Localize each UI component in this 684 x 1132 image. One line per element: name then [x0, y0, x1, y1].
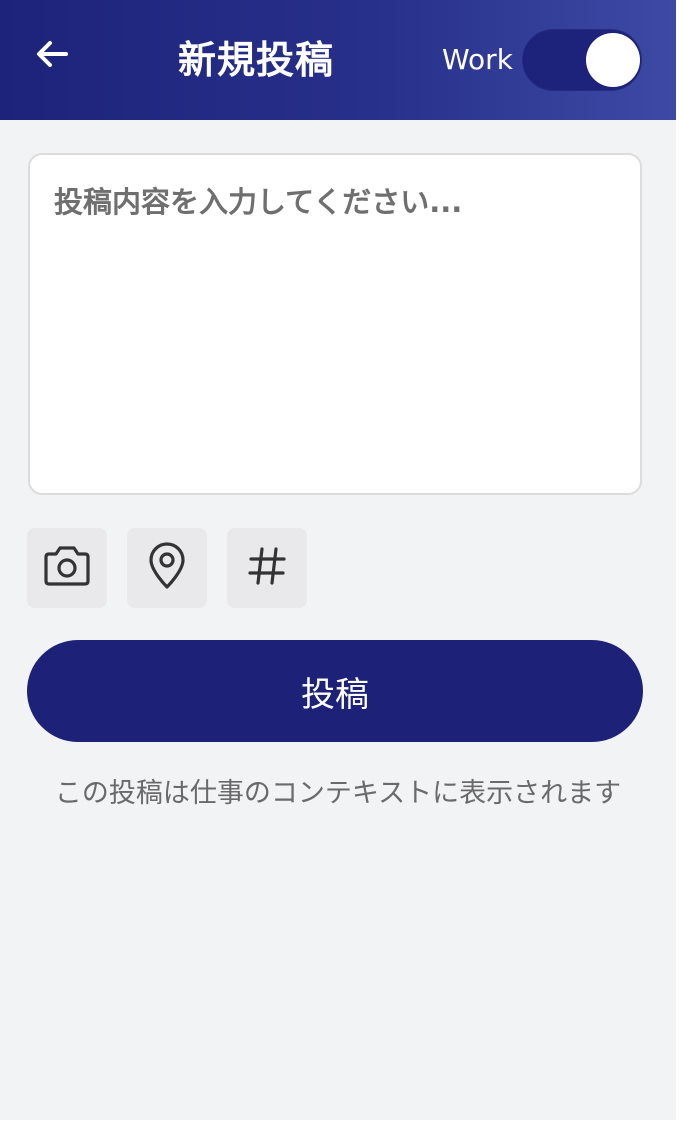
work-mode-toggle[interactable] [522, 29, 642, 91]
toggle-knob[interactable] [586, 33, 640, 87]
location-pin-icon [145, 542, 189, 594]
post-content-input[interactable] [28, 153, 642, 495]
arrow-left-icon [32, 34, 72, 78]
submit-post-button[interactable]: 投稿 [27, 640, 643, 742]
app-header: 新規投稿 Work [0, 0, 676, 120]
mode-label: Work [442, 43, 513, 76]
add-hashtag-button[interactable] [227, 528, 307, 608]
hashtag-icon [246, 545, 288, 591]
page-title: 新規投稿 [178, 38, 335, 82]
add-photo-button[interactable] [27, 528, 107, 608]
new-post-screen: 新規投稿 Work 投稿 この投稿は仕事のコンテキストに [0, 0, 676, 1120]
add-location-button[interactable] [127, 528, 207, 608]
back-button[interactable] [24, 28, 80, 84]
context-note: この投稿は仕事のコンテキストに表示されます [54, 778, 622, 809]
camera-icon [42, 545, 92, 591]
